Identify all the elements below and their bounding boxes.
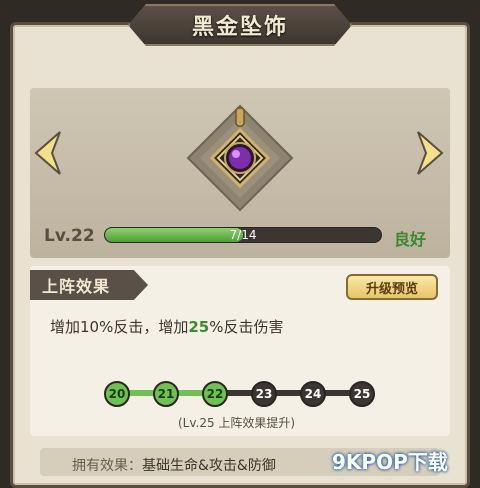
page-title: 黑金坠饰 <box>191 15 288 40</box>
level-node-23: 23 <box>251 381 277 407</box>
pendant-icon[interactable] <box>186 104 294 212</box>
experience-text: 7/14 <box>229 228 257 242</box>
prev-arrow-icon[interactable] <box>30 130 64 176</box>
effect-desc-prefix: 增加10%反击，增加 <box>50 318 189 336</box>
owned-effect-label: 拥有效果： <box>72 458 142 474</box>
deploy-effect-tab: 上阵效果 <box>30 270 148 300</box>
experience-bar: 7/14 <box>104 227 382 243</box>
owned-effect-value: 基础生命&攻击&防御 <box>142 458 276 474</box>
effect-description: 增加10%反击，增加25%反击伤害 <box>50 316 283 337</box>
level-node-24: 24 <box>300 381 326 407</box>
deploy-effect-label: 上阵效果 <box>42 277 111 296</box>
level-node-22: 22 <box>202 381 228 407</box>
level-node-21: 21 <box>153 381 179 407</box>
title-plate: 黑金坠饰 <box>128 4 352 46</box>
owned-effect-text: 拥有效果：基础生命&攻击&防御 <box>72 455 276 475</box>
next-arrow-icon[interactable] <box>414 130 448 176</box>
level-milestone-note: (Lv.25 上阵效果提升) <box>178 416 296 430</box>
effect-desc-suffix: %反击伤害 <box>209 318 284 336</box>
effect-desc-highlight: 25 <box>188 318 210 336</box>
level-node-20: 20 <box>104 381 130 407</box>
level-node-25: 25 <box>349 381 375 407</box>
item-level: Lv.22 <box>44 226 95 246</box>
upgrade-preview-button[interactable]: 升级预览 <box>346 274 438 300</box>
watermark: 9KPOP下载 <box>332 450 448 474</box>
condition-status: 良好 <box>394 230 427 249</box>
